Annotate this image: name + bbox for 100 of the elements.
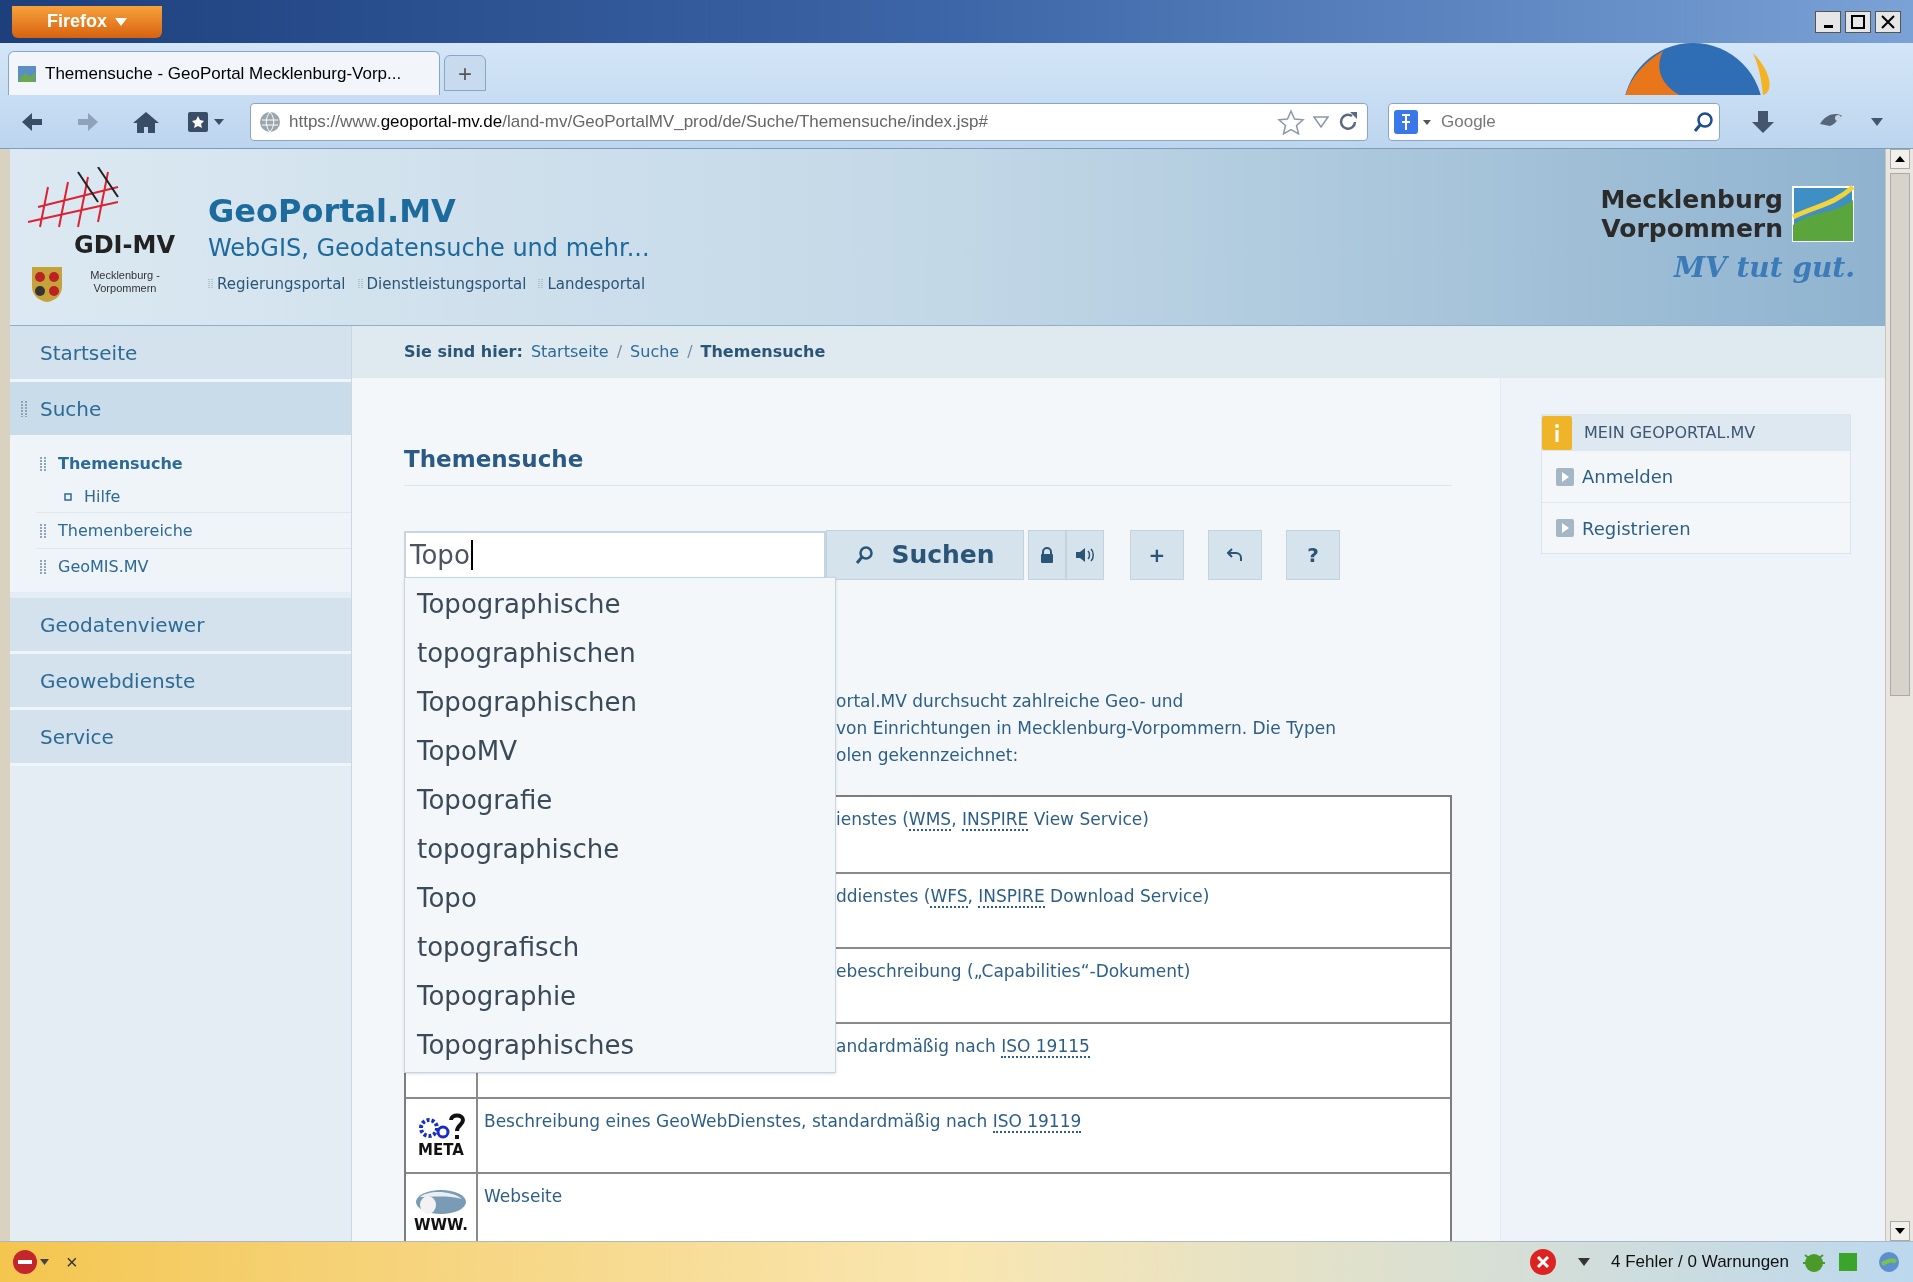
download-icon[interactable] (1750, 109, 1776, 135)
suggestion-item[interactable]: Topographie (405, 972, 835, 1021)
breadcrumb-separator: / (687, 341, 693, 363)
panel-link[interactable]: Anmelden (1542, 451, 1850, 502)
panel-link[interactable]: Registrieren (1542, 502, 1850, 553)
error-count: 4 Fehler / 0 Warnungen (1611, 1251, 1789, 1274)
browser-tab[interactable]: Themensuche - GeoPortal Mecklenburg-Vorp... (8, 51, 440, 95)
sidebar-item[interactable]: Geowebdienste (10, 654, 351, 710)
tool-button[interactable]: ? (1286, 529, 1340, 580)
dots-icon (40, 522, 46, 539)
suggestion-item[interactable]: TopoMV (405, 727, 835, 776)
intro-text: ortal.MV durchsucht zahlreiche Geo- und (836, 689, 1185, 713)
scroll-up-icon[interactable] (1889, 149, 1910, 169)
suggestion-item[interactable]: topographische (405, 825, 835, 874)
scroll-down-icon[interactable] (1889, 1221, 1910, 1241)
header-link[interactable]: Landesportal (538, 272, 646, 296)
search-input[interactable]: Topo (404, 530, 826, 579)
lock-icon (1040, 546, 1054, 563)
back-icon[interactable] (20, 111, 44, 133)
site-subtitle: WebGIS, Geodatensuche und mehr... (208, 232, 650, 264)
dots-icon (20, 399, 28, 418)
tool-button[interactable]: + (1130, 529, 1184, 580)
scroll-thumb[interactable] (1889, 173, 1910, 696)
caret-icon (115, 17, 127, 26)
undo-icon (1227, 547, 1243, 562)
dots-icon (40, 456, 46, 472)
minimize-button[interactable] (1815, 10, 1841, 33)
sidebar-item[interactable]: Service (10, 710, 351, 766)
status-square-icon (1839, 1253, 1857, 1271)
breadcrumb-link[interactable]: Startseite (530, 340, 609, 364)
caret-icon[interactable] (1577, 1257, 1592, 1267)
new-tab-button[interactable]: + (444, 55, 486, 91)
sidebar-subitem[interactable]: Hilfe (36, 482, 351, 512)
sidebar-item[interactable]: Suche (10, 382, 351, 438)
site-title: GeoPortal.MV (208, 190, 457, 231)
close-icon (1881, 14, 1895, 29)
breadcrumb-link[interactable]: Suche (630, 340, 680, 364)
home-icon[interactable] (132, 110, 160, 134)
slogan: MV tut gut. (1673, 250, 1855, 286)
tool-button[interactable] (1066, 529, 1104, 580)
logo-subtext: Mecklenburg - Vorpommern (89, 269, 161, 295)
caret-icon[interactable] (1870, 117, 1884, 127)
web-icon (414, 1187, 468, 1217)
search-icon (855, 544, 876, 565)
suggestion-item[interactable]: Topographischen (405, 678, 835, 727)
logo-text: GDI-MV (74, 231, 175, 259)
suggestion-item[interactable]: Topo (405, 874, 835, 923)
search-engine-icon[interactable] (1393, 108, 1433, 136)
suggestion-item[interactable]: Topographische (405, 580, 835, 629)
url-text: https://www.geoportal-mv.de/land-mv/GeoPortalMV_prod/de/Suche/Themensuche/index.jsp# (289, 111, 989, 134)
search-icon[interactable] (1693, 111, 1715, 133)
search-field[interactable]: Google (1441, 109, 1685, 135)
breadcrumb-link[interactable]: Themensuche (700, 340, 826, 364)
intro-text: von Einrichtungen in Mecklenburg-Vorpommern. Die Typen (836, 716, 1337, 740)
intro-text: olen gekennzeichnet: (836, 743, 1020, 767)
star-icon[interactable] (1277, 109, 1305, 135)
suggestion-item[interactable]: Topografie (405, 776, 835, 825)
header-link[interactable]: Dienstleistungsportal (357, 272, 527, 296)
description-cell-text: Webseite (483, 1184, 564, 1208)
dots-icon (40, 558, 46, 575)
panel-title: MEIN GEOPORTAL.MV (1584, 422, 1756, 444)
scrollbar[interactable] (1885, 149, 1913, 1241)
header-link[interactable]: Regierungsportal (208, 272, 346, 296)
adblock-icon[interactable] (12, 1249, 50, 1275)
reload-icon[interactable] (1337, 111, 1359, 133)
landscape-logo-icon (1791, 185, 1855, 243)
breadcrumb-label: Sie sind hier: (404, 341, 523, 363)
state-logo-text: Mecklenburg (1600, 185, 1783, 214)
description-cell-text: ebeschreibung („Capabilities“-Dokument) (835, 959, 1192, 983)
suggestion-item[interactable]: topografisch (405, 923, 835, 972)
close-button[interactable]: × (66, 1247, 78, 1277)
state-logo-text: Vorpommern (1601, 214, 1783, 243)
square-bullet-icon (64, 493, 72, 501)
breadcrumb-separator: / (616, 341, 623, 363)
search-box[interactable]: Google (1388, 103, 1720, 141)
sidebar-item[interactable]: Startseite (10, 326, 351, 382)
suggestion-item[interactable]: topographischen (405, 629, 835, 678)
close-button[interactable] (1875, 10, 1901, 33)
dots-icon (357, 278, 363, 290)
bookmarks-icon[interactable] (186, 110, 226, 134)
sidebar-item[interactable]: Geodatenviewer (10, 598, 351, 654)
play-square-icon (1556, 467, 1574, 486)
globe-icon (259, 111, 281, 133)
sidebar-subitem[interactable]: GeoMIS.MV (36, 548, 351, 584)
search-button[interactable]: Suchen (826, 529, 1024, 580)
page-heading: Themensuche (404, 445, 585, 474)
dots-icon (208, 278, 213, 290)
address-bar[interactable]: https://www.geoportal-mv.de/land-mv/GeoPortalMV_prod/de/Suche/Themensuche/index.jsp# (250, 103, 1368, 141)
tool-button[interactable] (1028, 529, 1066, 580)
maximize-icon (1851, 14, 1865, 29)
sidebar-subitem[interactable]: Themenbereiche (36, 512, 351, 548)
description-cell-text: Beschreibung eines GeoWebDienstes, standardmäßig nach ISO 19119 (483, 1109, 1083, 1135)
icon-caption: META (418, 1142, 464, 1158)
coat-of-arms-icon (30, 265, 64, 303)
sidebar-subitem[interactable]: Themensuche (36, 446, 351, 482)
suggestion-item[interactable]: Topographisches (405, 1021, 835, 1070)
maximize-button[interactable] (1845, 10, 1871, 33)
map-icon (17, 64, 37, 83)
speaker-icon (1075, 546, 1095, 563)
error-icon[interactable] (1529, 1248, 1558, 1276)
